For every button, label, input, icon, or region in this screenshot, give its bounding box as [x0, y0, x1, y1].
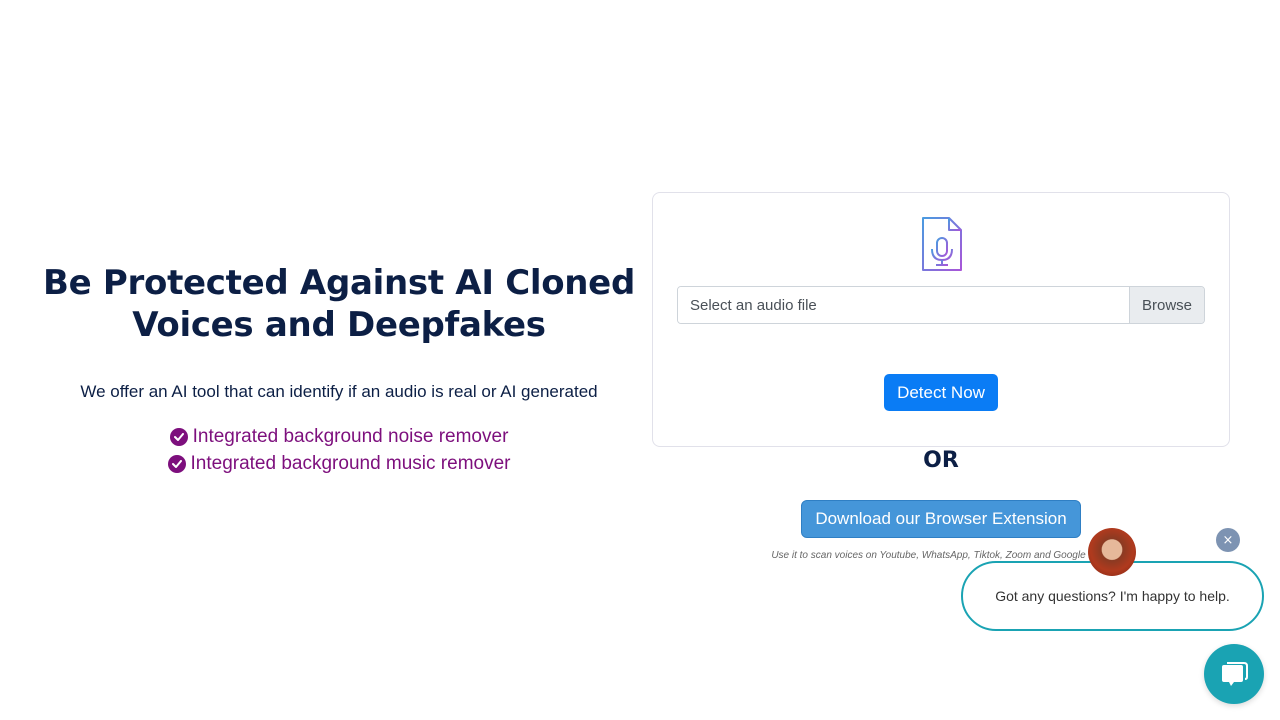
check-circle-icon: [169, 427, 188, 446]
audio-file-input[interactable]: Select an audio file: [678, 287, 1129, 323]
chat-agent-avatar: [1088, 528, 1136, 576]
audio-file-icon: [922, 217, 962, 271]
close-icon[interactable]: ×: [1216, 528, 1240, 552]
feature-label: Integrated background noise remover: [192, 426, 509, 447]
chat-bubbles-icon: [1222, 662, 1248, 686]
feature-item: Integrated background noise remover: [169, 425, 509, 448]
download-extension-button[interactable]: Download our Browser Extension: [801, 500, 1081, 538]
chat-message: Got any questions? I'm happy to help.: [995, 588, 1230, 604]
extension-note: Use it to scan voices on Youtube, WhatsA…: [771, 550, 1111, 561]
feature-list: Integrated background noise remover Inte…: [40, 425, 638, 475]
file-picker[interactable]: Select an audio file Browse: [677, 286, 1205, 324]
browse-button[interactable]: Browse: [1129, 287, 1204, 323]
chat-launcher-button[interactable]: [1204, 644, 1264, 704]
feature-item: Integrated background music remover: [167, 452, 511, 475]
or-divider: OR: [923, 448, 959, 473]
hero-section: Be Protected Against AI Cloned Voices an…: [40, 262, 638, 475]
hero-subtitle: We offer an AI tool that can identify if…: [80, 382, 598, 401]
hero-title: Be Protected Against AI Cloned Voices an…: [43, 263, 635, 345]
feature-label: Integrated background music remover: [190, 453, 511, 474]
check-circle-icon: [167, 454, 186, 473]
detect-now-button[interactable]: Detect Now: [884, 374, 998, 411]
upload-card: Select an audio file Browse Detect Now: [652, 192, 1230, 447]
